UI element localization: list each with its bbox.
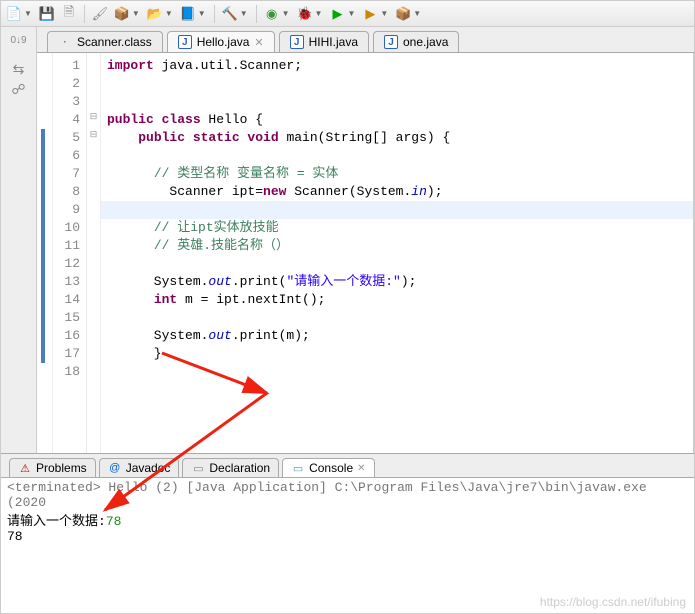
editor-tabs: · Scanner.class J Hello.java ✕ J HIHI.java Jone… <box>37 27 694 53</box>
fold-column: ⊟⊟ <box>87 53 101 453</box>
toolbar-icon[interactable]: 📦 <box>113 5 131 23</box>
bottom-panel: ⚠ Problems @ Javadoc ▭ Declaration ▭ Console ✕ <… <box>1 453 694 613</box>
code-line[interactable]: Scanner ipt=new Scanner(System.in); <box>101 183 693 201</box>
dropdown-arrow[interactable]: ▼ <box>132 9 140 18</box>
code-line[interactable]: // 英雄.技能名称（） <box>101 237 693 255</box>
run-icon[interactable]: ▶ <box>328 5 346 23</box>
editor-tab[interactable]: J HIHI.java <box>279 31 369 52</box>
dropdown-arrow[interactable]: ▼ <box>24 9 32 18</box>
dropdown-arrow[interactable]: ▼ <box>240 9 248 18</box>
left-gutter: ⇆ ☍ <box>1 53 37 453</box>
bottom-tab-declaration[interactable]: ▭ Declaration <box>182 458 279 477</box>
toolbar-icon[interactable]: 💾 <box>38 5 56 23</box>
java-file-icon: J <box>290 35 304 49</box>
code-line[interactable] <box>101 93 693 111</box>
toolbar-icon[interactable]: 📦 <box>394 5 412 23</box>
tab-icon: ⚠ <box>18 461 32 475</box>
code-area[interactable]: import java.util.Scanner; public class He… <box>101 53 693 453</box>
tab-icon: ▭ <box>291 461 305 475</box>
console-output-value: 78 <box>7 529 688 544</box>
code-line[interactable] <box>101 147 693 165</box>
tab-label: Problems <box>36 461 87 475</box>
dropdown-arrow[interactable]: ▼ <box>165 9 173 18</box>
tab-icon: ▭ <box>191 461 205 475</box>
code-line[interactable]: // 让ipt实体放技能 <box>101 219 693 237</box>
tab-label: HIHI.java <box>309 35 358 49</box>
console-output[interactable]: <terminated> Hello (2) [Java Application… <box>1 478 694 546</box>
line-numbers: 123456789101112131415161718 <box>53 53 87 453</box>
console-input-value: 78 <box>106 514 122 529</box>
tab-label: one.java <box>403 35 448 49</box>
dropdown-arrow[interactable]: ▼ <box>347 9 355 18</box>
dropdown-arrow[interactable]: ▼ <box>282 9 290 18</box>
bottom-tab-console[interactable]: ▭ Console ✕ <box>282 458 374 477</box>
toolbar-icon[interactable]: ◉ <box>263 5 281 23</box>
link-icon[interactable]: ☍ <box>11 81 27 97</box>
code-line[interactable] <box>101 201 693 219</box>
tab-label: Javadoc <box>126 461 171 475</box>
editor-tab[interactable]: J Hello.java ✕ <box>167 31 275 52</box>
outline-icon[interactable]: ⇆ <box>11 61 27 77</box>
code-line[interactable]: public class Hello { <box>101 111 693 129</box>
tab-label: Declaration <box>209 461 270 475</box>
code-line[interactable]: } <box>101 345 693 363</box>
console-status: <terminated> Hello (2) [Java Application… <box>7 480 688 510</box>
toolbar-icon[interactable]: 🖌 <box>91 5 109 23</box>
dropdown-arrow[interactable]: ▼ <box>380 9 388 18</box>
code-line[interactable] <box>101 363 693 381</box>
class-file-icon: · <box>58 35 72 49</box>
toolbar-separator <box>214 5 215 23</box>
ruler-icon-area: 0↓9 <box>1 27 37 53</box>
toolbar-icon[interactable]: 🗎 <box>60 5 78 23</box>
close-icon[interactable]: ✕ <box>357 463 365 474</box>
tab-label: Scanner.class <box>77 35 152 49</box>
watermark: https://blog.csdn.net/ifubing <box>540 595 686 609</box>
tab-icon: @ <box>108 461 122 475</box>
toolbar-icon[interactable]: 🔨 <box>221 5 239 23</box>
debug-icon[interactable]: 🐞 <box>296 5 314 23</box>
bottom-tabs: ⚠ Problems @ Javadoc ▭ Declaration ▭ Console ✕ <box>1 454 694 478</box>
java-file-icon: J <box>384 35 398 49</box>
console-line: 请输入一个数据:78 <box>7 510 688 529</box>
code-line[interactable]: System.out.print(m); <box>101 327 693 345</box>
code-line[interactable]: // 类型名称 变量名称 = 实体 <box>101 165 693 183</box>
bottom-tab-problems[interactable]: ⚠ Problems <box>9 458 96 477</box>
editor-tab[interactable]: Jone.java <box>373 31 459 52</box>
dropdown-arrow[interactable]: ▼ <box>315 9 323 18</box>
dropdown-arrow[interactable]: ▼ <box>198 9 206 18</box>
code-line[interactable]: int m = ipt.nextInt(); <box>101 291 693 309</box>
code-line[interactable]: public static void main(String[] args) { <box>101 129 693 147</box>
toolbar-icon[interactable]: 📂 <box>146 5 164 23</box>
tab-label: Hello.java <box>197 35 250 49</box>
toolbar-icon[interactable]: 📘 <box>179 5 197 23</box>
ruler-icon[interactable]: 0↓9 <box>10 31 28 49</box>
code-line[interactable]: System.out.print("请输入一个数据:"); <box>101 273 693 291</box>
code-line[interactable]: import java.util.Scanner; <box>101 57 693 75</box>
bottom-tab-javadoc[interactable]: @ Javadoc <box>99 458 180 477</box>
code-editor[interactable]: 123456789101112131415161718 ⊟⊟ import ja… <box>37 53 694 453</box>
toolbar-separator <box>84 5 85 23</box>
margin-column <box>37 53 53 453</box>
toolbar-icon[interactable]: 📄 <box>5 5 23 23</box>
toolbar-separator <box>256 5 257 23</box>
code-line[interactable] <box>101 75 693 93</box>
code-line[interactable] <box>101 309 693 327</box>
dropdown-arrow[interactable]: ▼ <box>413 9 421 18</box>
close-icon[interactable]: ✕ <box>254 36 263 49</box>
tab-label: Console <box>309 461 353 475</box>
main-toolbar: 📄▼ 💾 🗎 🖌 📦▼ 📂▼ 📘▼ 🔨▼ ◉▼ 🐞▼ ▶▼ ▶▼ 📦▼ <box>1 1 694 27</box>
editor-tab[interactable]: · Scanner.class <box>47 31 163 52</box>
code-line[interactable] <box>101 255 693 273</box>
toolbar-icon[interactable]: ▶ <box>361 5 379 23</box>
java-file-icon: J <box>178 35 192 49</box>
